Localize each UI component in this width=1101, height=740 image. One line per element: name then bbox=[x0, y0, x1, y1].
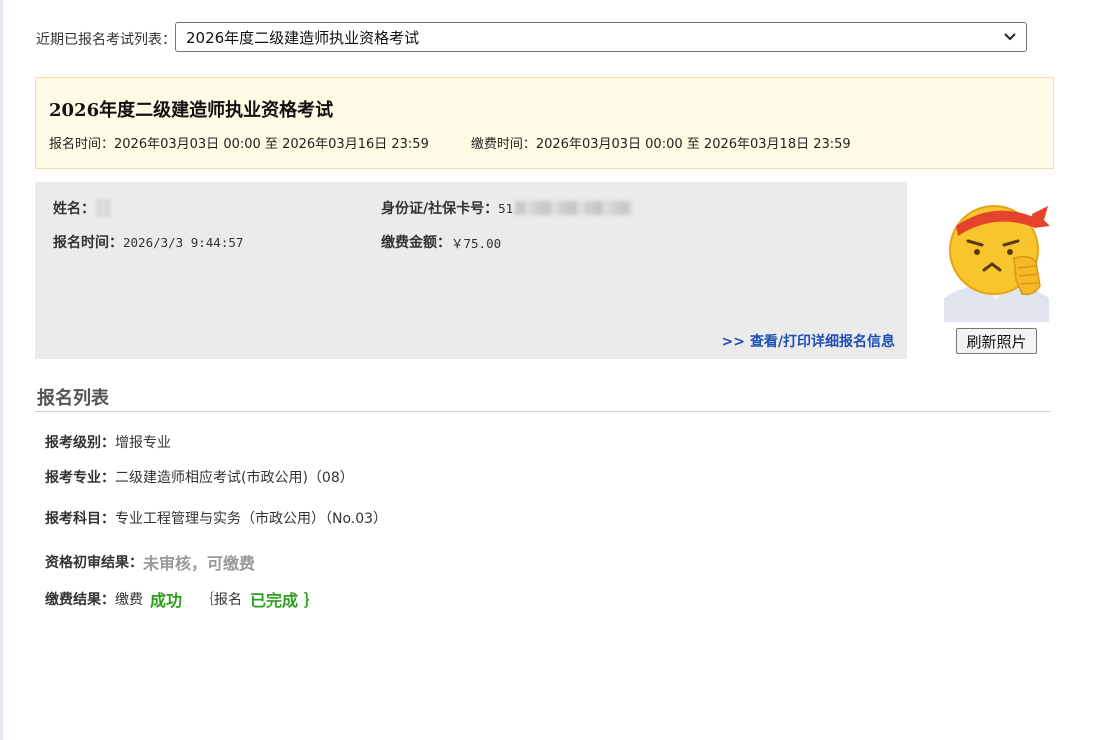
reg-level-value: 增报专业 bbox=[115, 435, 171, 451]
name-label: 姓名： bbox=[53, 201, 95, 217]
payment-result-row: 缴费结果： 缴费 成功 ｛ 报名 已完成 ｝ bbox=[45, 587, 320, 611]
reg-subject-label: 报考科目： bbox=[45, 511, 115, 527]
register-start: 2026年03月03日 00:00 bbox=[114, 137, 261, 152]
register-period-label: 报名时间： bbox=[49, 137, 115, 152]
reg-time-label: 报名时间： bbox=[53, 235, 123, 251]
reg-time-field: 报名时间： 2026/3/3 9:44:57 bbox=[53, 232, 243, 252]
exam-select-dropdown[interactable]: 2026年度二级建造师执业资格考试 bbox=[175, 22, 1027, 52]
id-label: 身份证/社保卡号： bbox=[381, 201, 499, 217]
fee-label: 缴费金额： bbox=[381, 235, 451, 251]
review-result-row: 资格初审结果： 未审核，可缴费 bbox=[45, 550, 255, 574]
reg-major-label: 报考专业： bbox=[45, 470, 115, 486]
exam-title: 2026年度二级建造师执业资格考试 bbox=[49, 100, 334, 121]
register-end: 2026年03月16日 23:59 bbox=[282, 137, 429, 152]
section-divider bbox=[35, 411, 1050, 412]
payment-status-badge: 成功 bbox=[150, 591, 183, 610]
brace-open: ｛ bbox=[200, 592, 215, 608]
payment-result-label: 缴费结果： bbox=[45, 592, 115, 608]
exam-select-label: 近期已报名考试列表： bbox=[36, 32, 176, 48]
exam-times: 报名时间：2026年03月03日 00:00 至 2026年03月16日 23:… bbox=[49, 133, 851, 152]
id-prefix: 51 bbox=[498, 200, 514, 216]
payment-start: 2026年03月03日 00:00 bbox=[535, 137, 683, 152]
fee-field: 缴费金额： ￥75.00 bbox=[381, 232, 501, 252]
exam-select-value: 2026年度二级建造师执业资格考试 bbox=[186, 28, 420, 47]
payment-end: 2026年03月18日 23:59 bbox=[703, 137, 851, 152]
candidate-info-panel: 姓名： 身份证/社保卡号： 51 报名时间： 2026/3/3 9:44:57 … bbox=[35, 182, 907, 359]
payment-to: 至 bbox=[686, 137, 700, 152]
exam-info-box: 2026年度二级建造师执业资格考试 报名时间：2026年03月03日 00:00… bbox=[35, 77, 1054, 169]
register-period: 报名时间：2026年03月03日 00:00 至 2026年03月16日 23:… bbox=[49, 133, 429, 152]
refresh-photo-button[interactable]: 刷新照片 bbox=[956, 328, 1037, 354]
reg-level-row: 报考级别： 增报专业 bbox=[45, 432, 171, 452]
registration-status-badge: 已完成 bbox=[250, 591, 299, 610]
candidate-photo bbox=[944, 196, 1049, 322]
exam-select-row: 近期已报名考试列表： bbox=[36, 22, 182, 56]
name-field: 姓名： bbox=[53, 198, 110, 218]
reg-subject-value: 专业工程管理与实务（市政公用）（No.03） bbox=[115, 511, 388, 527]
reg-major-value: 二级建造师相应考试(市政公用)（08） bbox=[115, 470, 354, 486]
name-value-redacted bbox=[97, 199, 110, 217]
page-left-rule bbox=[0, 0, 3, 740]
reg-major-row: 报考专业： 二级建造师相应考试(市政公用)（08） bbox=[45, 467, 354, 487]
payment-period-label: 缴费时间： bbox=[470, 137, 536, 152]
id-field: 身份证/社保卡号： 51 bbox=[381, 198, 634, 218]
review-result-label: 资格初审结果： bbox=[45, 555, 143, 571]
avatar-emoji-icon bbox=[944, 205, 1049, 322]
reg-level-label: 报考级别： bbox=[45, 435, 115, 451]
register-to: 至 bbox=[264, 137, 278, 152]
brace-close: ｝ bbox=[304, 591, 321, 610]
chevron-down-icon bbox=[1004, 33, 1016, 41]
reg-subject-row: 报考科目： 专业工程管理与实务（市政公用）（No.03） bbox=[45, 508, 387, 528]
fee-value: ￥75.00 bbox=[451, 235, 502, 251]
print-details-link[interactable]: >> 查看/打印详细报名信息 bbox=[722, 331, 895, 351]
payment-period: 缴费时间：2026年03月03日 00:00 至 2026年03月18日 23:… bbox=[471, 133, 851, 152]
review-result-status: 未审核，可缴费 bbox=[143, 554, 256, 573]
reg-time-value: 2026/3/3 9:44:57 bbox=[123, 234, 244, 250]
id-value-redacted bbox=[515, 201, 634, 215]
payment-text: 缴费 bbox=[115, 592, 143, 608]
registration-text: 报名 bbox=[214, 592, 243, 608]
registration-list-title: 报名列表 bbox=[37, 388, 109, 409]
